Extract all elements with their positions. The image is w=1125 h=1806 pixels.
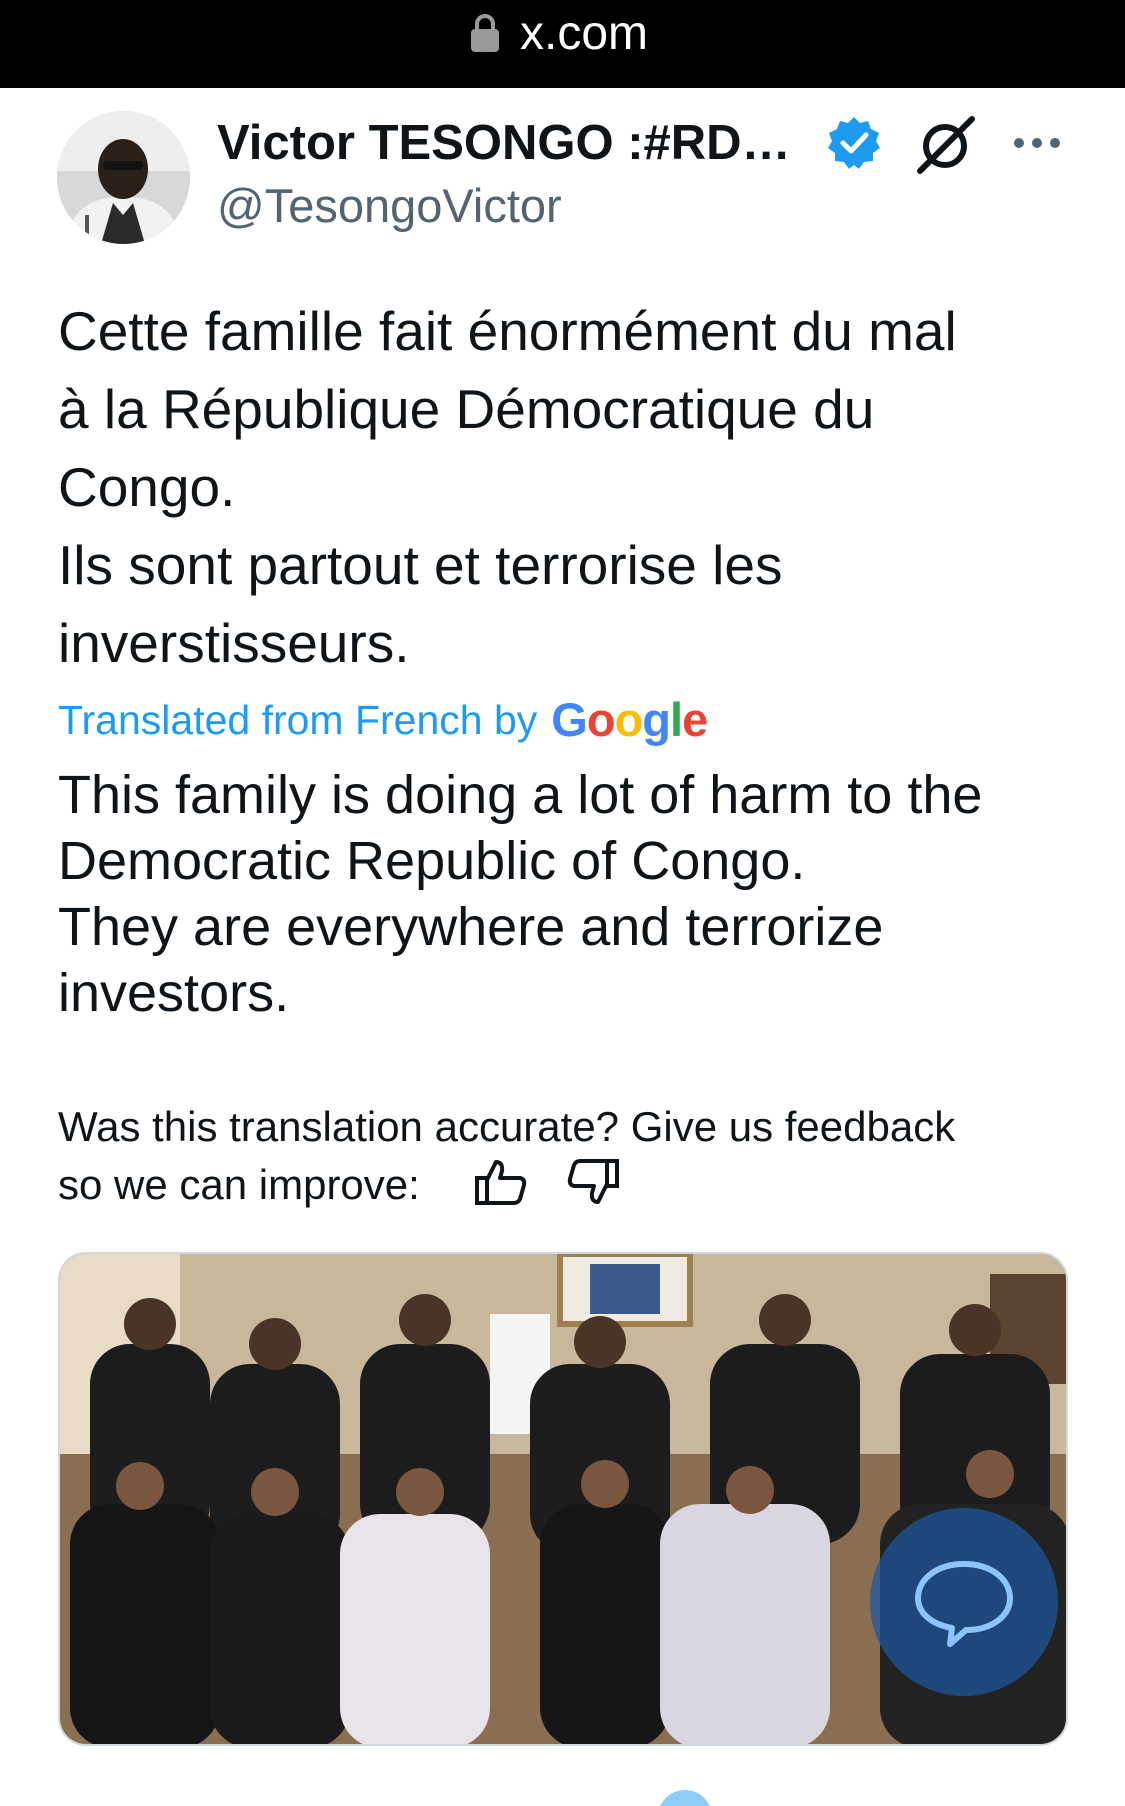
google-logo-letter: e bbox=[682, 693, 708, 746]
google-logo-letter: l bbox=[670, 693, 683, 746]
thumbs-up-icon[interactable] bbox=[474, 1158, 528, 1206]
thumbs-down-icon[interactable] bbox=[566, 1158, 620, 1206]
translated-line: This family is doing a lot of harm to th… bbox=[58, 765, 983, 825]
translated-line: Democratic Republic of Congo. bbox=[58, 831, 806, 891]
translation-attribution: Translated from French by Google bbox=[58, 690, 708, 750]
translated-line: investors. bbox=[58, 963, 290, 1023]
original-line: Congo. bbox=[58, 456, 236, 518]
translated-line: They are everywhere and terrorize bbox=[58, 897, 884, 957]
author-handle[interactable]: @TesongoVictor bbox=[217, 176, 562, 236]
author-name[interactable]: Victor TESONGO :#RD… bbox=[217, 112, 791, 174]
lock-icon bbox=[471, 14, 499, 52]
tweet-original-text: Cette famille fait énormément du mal à l… bbox=[58, 292, 1098, 682]
avatar[interactable] bbox=[57, 111, 190, 244]
url-text[interactable]: x.com bbox=[520, 4, 648, 64]
original-line: à la République Démocratique du bbox=[58, 378, 875, 440]
google-logo-letter: o bbox=[586, 693, 616, 746]
google-logo-letter: g bbox=[642, 693, 671, 746]
translation-label[interactable]: Translated from French by bbox=[58, 690, 537, 750]
floating-chat-button[interactable] bbox=[870, 1508, 1058, 1696]
chat-bubble-icon bbox=[915, 1561, 1013, 1647]
original-line: Ils sont partout et terrorise les bbox=[58, 534, 783, 596]
original-line: Cette famille fait énormément du mal bbox=[58, 300, 957, 362]
original-line: inverstisseurs. bbox=[58, 612, 410, 674]
browser-url-bar[interactable]: x.com bbox=[0, 0, 1125, 88]
more-options-icon[interactable] bbox=[1010, 123, 1064, 163]
scroll-indicator-dot bbox=[658, 1790, 712, 1806]
feedback-line: Was this translation accurate? Give us f… bbox=[58, 1103, 956, 1150]
google-logo: Google bbox=[551, 690, 708, 750]
grok-icon[interactable] bbox=[914, 113, 976, 175]
tweet-translated-text: This family is doing a lot of harm to th… bbox=[58, 762, 1098, 1026]
verified-badge-icon[interactable] bbox=[826, 115, 882, 171]
google-logo-letter: G bbox=[551, 693, 588, 746]
google-logo-letter: o bbox=[614, 693, 644, 746]
avatar-photo bbox=[57, 111, 190, 244]
